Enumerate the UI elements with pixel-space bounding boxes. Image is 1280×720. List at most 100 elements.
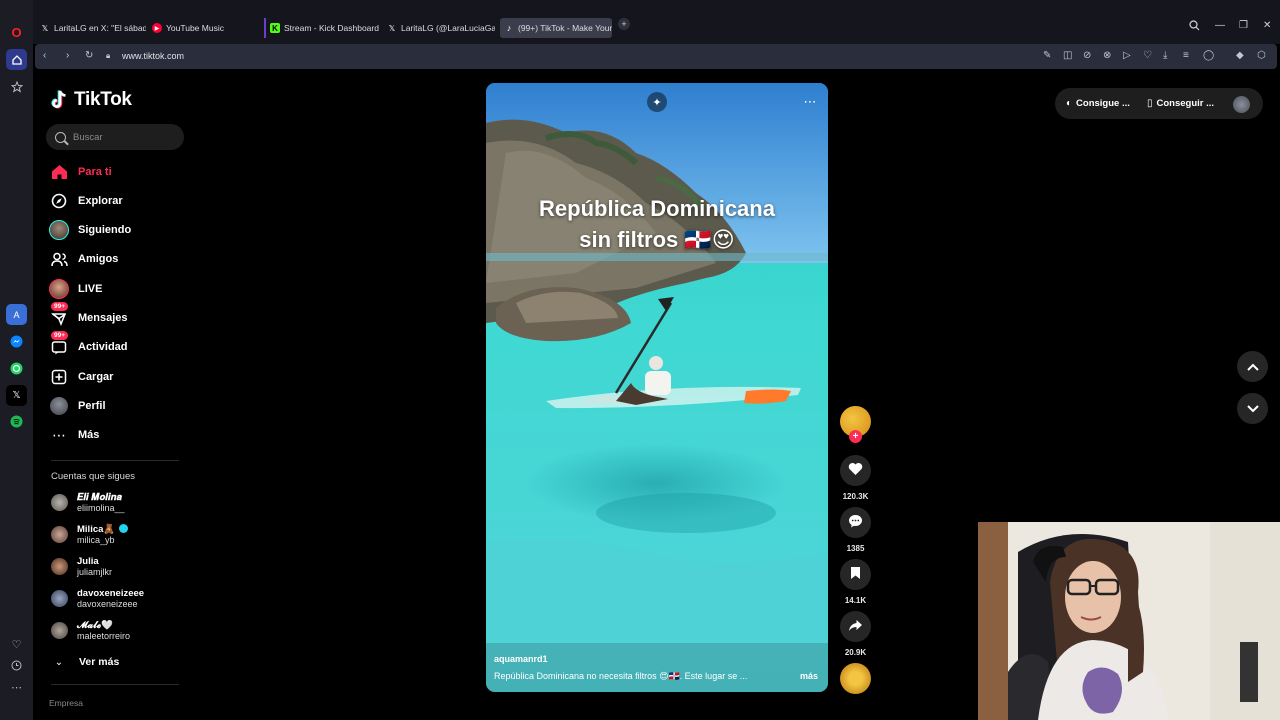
tab-youtube-music[interactable]: ▶ YouTube Music — [148, 18, 258, 38]
like-button[interactable] — [840, 455, 871, 486]
video-player[interactable]: ✦ ⋯ República Dominicana sin filtros 🇩🇴😍… — [486, 83, 828, 692]
nav-perfil[interactable]: Perfil — [49, 394, 106, 418]
tiktok-logo[interactable]: TikTok — [51, 89, 132, 111]
share-arrow-icon — [848, 619, 863, 635]
video-author[interactable]: aquamanrd1 — [494, 654, 548, 664]
forward-icon[interactable]: › — [66, 50, 69, 61]
search-input[interactable] — [73, 131, 173, 143]
comment-button[interactable] — [840, 507, 871, 538]
heart-icon[interactable]: ♡ — [1143, 50, 1152, 61]
video-description: República Dominicana no necesita filtros… — [494, 671, 748, 681]
vpn-icon[interactable]: ⊗ — [1103, 50, 1111, 61]
following-avatar-icon — [49, 220, 69, 240]
following-display-name: davoxeneizeee — [77, 588, 145, 599]
user-avatar[interactable] — [1233, 96, 1250, 113]
history-clock-icon[interactable] — [6, 655, 27, 676]
following-item[interactable]: 𝓜𝓪𝓵𝓮🤍 maleetorreiro — [51, 620, 130, 641]
opera-logo-icon[interactable]: O — [6, 22, 27, 43]
restore-icon[interactable]: ❐ — [1239, 20, 1248, 31]
nav-para-ti[interactable]: Para ti — [49, 160, 112, 184]
phone-icon: ▯ — [1147, 98, 1153, 109]
messenger-icon[interactable] — [6, 331, 27, 352]
nav-label: Siguiendo — [78, 224, 132, 236]
nav-label: Amigos — [78, 253, 119, 265]
edit-icon[interactable]: ✎ — [1043, 50, 1051, 61]
adblock-icon[interactable]: ⊘ — [1083, 50, 1091, 61]
following-item[interactable]: 𝑬𝒍𝒊 𝑴𝒐𝒍𝒊𝒏𝒂 eliimolina__ — [51, 492, 125, 513]
following-item[interactable]: Julia juliamjlkr — [51, 556, 112, 577]
webcam-overlay — [978, 522, 1280, 720]
home-icon[interactable] — [6, 49, 27, 70]
close-window-icon[interactable]: ✕ — [1263, 20, 1271, 31]
get-app-button[interactable]: ▯ Conseguir ... — [1147, 98, 1214, 109]
following-item[interactable]: davoxeneizeee davoxeneizeee — [51, 588, 144, 609]
tab-label: (99+) TikTok - Make Your · — [518, 23, 612, 33]
nav-mas[interactable]: ⋯ Más — [49, 423, 99, 447]
following-handle: juliamjlkr — [77, 567, 113, 577]
nav-actividad[interactable]: 99+ Actividad — [49, 331, 128, 359]
url-field[interactable]: www.tiktok.com — [122, 51, 184, 61]
get-coins-button[interactable]: ◐ Consigue ... — [1066, 98, 1130, 109]
live-avatar-icon — [49, 279, 69, 299]
back-icon[interactable]: ‹ — [43, 50, 46, 61]
tab-tiktok[interactable]: ♪ (99+) TikTok - Make Your · — [500, 18, 612, 38]
video-options-icon[interactable]: ⋯ — [800, 92, 820, 112]
whatsapp-icon[interactable] — [6, 358, 27, 379]
following-display-name: Julia — [77, 556, 99, 567]
share-button[interactable] — [840, 611, 871, 642]
following-title: Cuentas que sigues — [51, 471, 135, 482]
save-button[interactable] — [840, 559, 871, 590]
nav-amigos[interactable]: Amigos — [49, 247, 118, 271]
sidebar-divider — [51, 460, 179, 461]
chevron-down-icon — [1246, 400, 1259, 418]
verified-badge-icon — [119, 524, 129, 533]
download-icon[interactable]: ⤓ — [1163, 50, 1167, 61]
bookmarks-star-icon[interactable] — [6, 76, 27, 97]
youtube-music-icon: ▶ — [152, 23, 162, 33]
search-box[interactable] — [46, 124, 184, 150]
avatar — [51, 494, 68, 511]
footer-link[interactable]: Empresa — [49, 698, 83, 708]
reload-icon[interactable]: ↻ — [85, 50, 93, 61]
player-icon[interactable]: ▷ — [1123, 50, 1131, 61]
tab-x-post[interactable]: 𝕏 LaritaLG en X: "El sábado · — [36, 18, 146, 38]
nav-live[interactable]: LIVE — [49, 277, 102, 301]
extensions-icon[interactable]: ⬡ — [1257, 50, 1266, 61]
effects-sparkle-icon[interactable]: ✦ — [647, 92, 667, 112]
heart-icon[interactable]: ♡ — [6, 634, 27, 655]
tab-x-profile[interactable]: 𝕏 LaritaLG (@LaraLuciaGarc· — [383, 18, 495, 38]
music-disc-icon[interactable] — [840, 663, 871, 694]
more-dots-icon[interactable]: ⋯ — [6, 677, 27, 698]
description-more-link[interactable]: más — [800, 671, 818, 681]
following-display-name: 𝑬𝒍𝒊 𝑴𝒐𝒍𝒊𝒏𝒂 — [77, 492, 122, 503]
previous-video-button[interactable] — [1237, 351, 1268, 382]
following-item[interactable]: Milica🧸 milica_yb — [51, 524, 129, 545]
wallet-icon[interactable]: ◆ — [1236, 50, 1244, 61]
upload-icon — [49, 367, 69, 387]
nav-cargar[interactable]: Cargar — [49, 365, 113, 389]
tab-search-icon[interactable] — [1189, 20, 1200, 34]
follow-plus-icon[interactable]: + — [849, 430, 862, 443]
opera-sidebar: O A 𝕏 ♡ ⋯ — [0, 0, 33, 720]
following-handle: davoxeneizeee — [77, 599, 138, 609]
minimize-icon[interactable]: — — [1215, 20, 1225, 31]
nav-label: Más — [78, 429, 100, 441]
nav-mensajes[interactable]: 99+ Mensajes — [49, 302, 128, 330]
spotify-icon[interactable] — [6, 411, 27, 432]
nav-siguiendo[interactable]: Siguiendo — [49, 218, 131, 242]
heart-icon — [848, 462, 863, 479]
next-video-button[interactable] — [1237, 393, 1268, 424]
camera-icon[interactable]: ◫ — [1063, 50, 1072, 61]
account-icon[interactable]: ◯ — [1203, 50, 1214, 61]
get-app-label: Conseguir ... — [1156, 98, 1215, 109]
logo-text: TikTok — [74, 89, 132, 110]
nav-explorar[interactable]: Explorar — [49, 189, 123, 213]
new-tab-plus-icon[interactable]: + — [618, 18, 630, 30]
tab-kick-dashboard[interactable]: K Stream - Kick Dashboard — [264, 18, 380, 38]
aria-icon[interactable]: A — [6, 304, 27, 325]
chevron-down-icon: ⌄ — [54, 656, 64, 668]
profile-avatar-icon — [49, 396, 69, 416]
see-more-button[interactable]: ⌄ Ver más — [52, 650, 120, 674]
x-icon[interactable]: 𝕏 — [6, 385, 27, 406]
menu-icon[interactable]: ≡ — [1183, 50, 1189, 61]
